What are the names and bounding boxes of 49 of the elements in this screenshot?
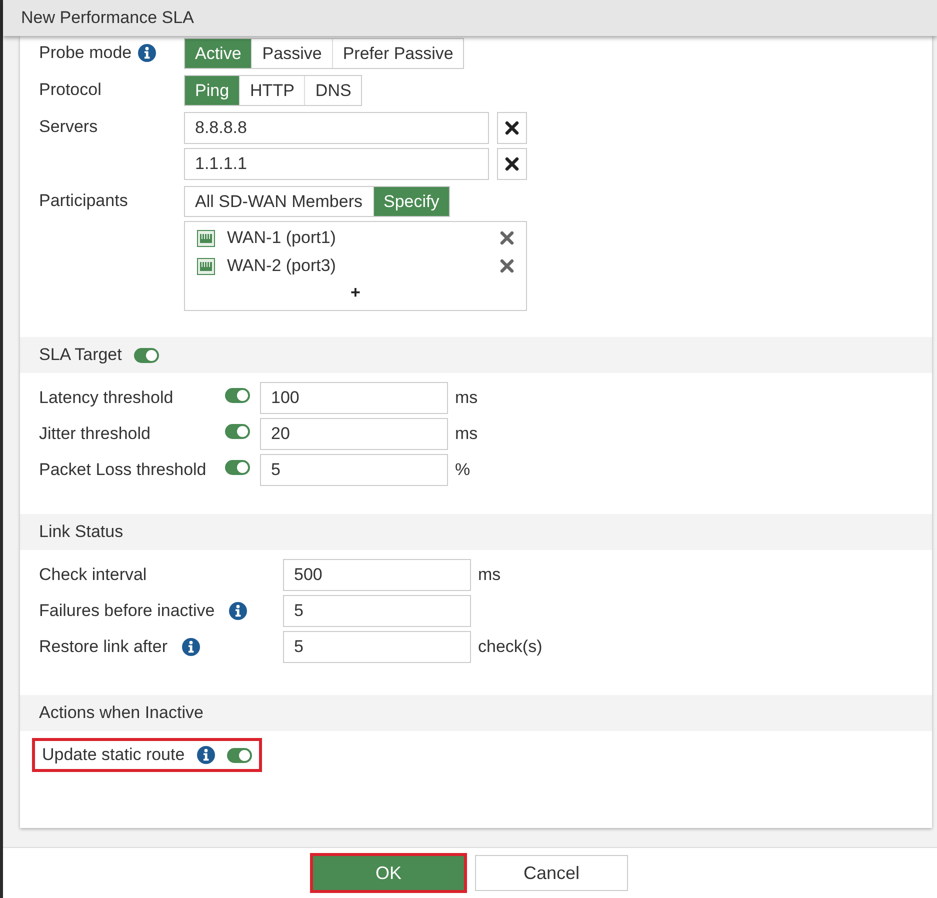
ok-button[interactable]: OK — [312, 855, 465, 891]
input-field[interactable]: 5 — [260, 454, 448, 486]
close-icon — [505, 121, 519, 135]
cancel-button[interactable]: Cancel — [475, 855, 628, 891]
field-label: Servers — [39, 116, 98, 136]
network-port-icon — [197, 258, 215, 274]
field-label: Failures before inactive — [39, 601, 215, 621]
close-icon — [500, 259, 514, 273]
remove-button[interactable] — [497, 112, 527, 144]
field-label: Check interval — [39, 565, 147, 585]
unit-label: check(s) — [477, 637, 544, 657]
section-title: SLA Target — [39, 345, 122, 365]
option-tab[interactable]: Specify — [372, 187, 450, 216]
toggle-switch[interactable] — [134, 348, 159, 362]
unit-label: ms — [454, 388, 479, 408]
option-tab[interactable]: Active — [185, 39, 252, 68]
field-label: Probe mode — [39, 42, 132, 62]
close-icon — [505, 157, 519, 171]
field-label: Protocol — [39, 80, 102, 100]
input-field[interactable]: 5 — [283, 595, 471, 627]
field-label: Packet Loss threshold — [39, 460, 208, 480]
toggle-switch[interactable] — [226, 748, 252, 762]
option-tab[interactable]: Ping — [185, 76, 240, 105]
unit-label: ms — [477, 565, 502, 585]
field-label: Participants — [39, 190, 128, 210]
close-icon — [500, 231, 514, 245]
toggle-switch[interactable] — [225, 388, 250, 403]
remove-button[interactable] — [497, 148, 527, 180]
server-field[interactable]: 8.8.8.8 — [184, 112, 489, 144]
input-field[interactable]: 500 — [283, 559, 471, 591]
server-field[interactable]: 1.1.1.1 — [184, 148, 489, 180]
unit-label: ms — [454, 424, 479, 444]
input-field[interactable]: 5 — [283, 631, 471, 663]
field-label: Update static route — [42, 745, 185, 765]
field-label: Latency threshold — [39, 388, 174, 408]
section-title: Actions when Inactive — [39, 703, 204, 723]
unit-label: % — [454, 460, 472, 480]
participant-item: WAN-2 (port3) — [227, 256, 337, 276]
add-button[interactable]: + — [197, 280, 514, 306]
toggle-switch[interactable] — [225, 460, 250, 475]
toggle-switch[interactable] — [225, 424, 250, 439]
field-label: Restore link after — [39, 637, 168, 657]
network-port-icon — [197, 230, 215, 246]
section-title: Link Status — [39, 522, 124, 542]
participant-item: WAN-1 (port1) — [227, 228, 337, 248]
window-title: New Performance SLA — [3, 0, 937, 36]
field-label: Jitter threshold — [39, 424, 152, 444]
input-field[interactable]: 100 — [260, 382, 448, 414]
input-field[interactable]: 20 — [260, 418, 448, 450]
